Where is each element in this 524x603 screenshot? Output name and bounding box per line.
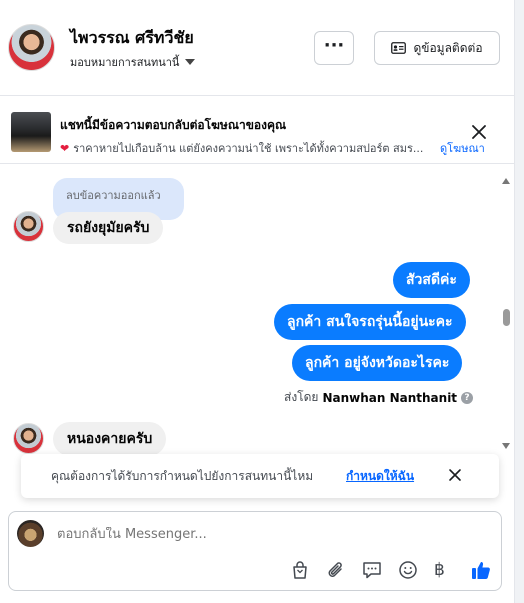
deleted-message-text: ลบข้อความออกแล้ว xyxy=(66,189,161,202)
sender-avatar[interactable] xyxy=(13,423,44,454)
scrollbar-thumb[interactable] xyxy=(503,309,510,326)
outgoing-message-bubble[interactable]: ลูกค้า อยู่จังหวัดอะไรคะ xyxy=(292,345,463,381)
assign-label: มอบหมายการสนทนานี้ xyxy=(70,56,180,69)
ad-thumbnail[interactable] xyxy=(11,112,51,152)
view-contact-info-label: ดูข้อมูลติดต่อ xyxy=(413,40,483,55)
caret-down-icon xyxy=(185,59,196,65)
outgoing-message-bubble[interactable]: ลูกค้า สนใจรถรุ่นนี้อยู่นะคะ xyxy=(274,304,466,340)
incoming-message-bubble[interactable]: หนองคายครับ xyxy=(53,422,167,456)
attach-button[interactable] xyxy=(325,559,347,581)
right-rail xyxy=(514,0,524,603)
question-icon[interactable]: ? xyxy=(461,391,474,404)
more-options-button[interactable]: ··· xyxy=(314,31,354,65)
contact-name[interactable]: ไพวรรณ ศรีทวีชัย xyxy=(70,26,194,51)
ad-banner-subtitle: ❤ ราคาหายไปเกือบล้าน แต่ยังคงความน่าใช้ เ… xyxy=(60,139,438,157)
conversation-header: ไพวรรณ ศรีทวีชัย มอบหมายการสนทนานี้ ··· … xyxy=(0,0,514,96)
id-card-icon xyxy=(391,42,407,54)
reply-composer: ฿ xyxy=(8,511,502,591)
smiley-icon xyxy=(399,561,417,579)
assign-prompt-text: คุณต้องการได้รับการกำหนดไปยังการสนทนานี้… xyxy=(51,469,314,483)
speech-bubble-icon xyxy=(363,562,381,579)
baht-icon[interactable]: ฿ xyxy=(434,560,445,580)
saved-replies-button[interactable] xyxy=(361,559,383,581)
scroll-down-arrow-icon[interactable] xyxy=(502,443,510,449)
emoji-button[interactable] xyxy=(397,559,419,581)
sender-avatar[interactable] xyxy=(13,211,44,242)
assign-to-me-prompt: คุณต้องการได้รับการกำหนดไปยังการสนทนานี้… xyxy=(21,454,499,498)
paperclip-icon xyxy=(328,562,342,577)
sent-by-name: Nanwhan Nanthanit xyxy=(322,390,458,405)
page-avatar xyxy=(17,520,44,547)
thumbs-up-icon xyxy=(472,562,490,579)
scroll-up-arrow-icon[interactable] xyxy=(502,178,510,184)
ad-banner-subtitle-text: ราคาหายไปเกือบล้าน แต่ยังคงความน่าใช้ เพ… xyxy=(73,142,424,155)
assign-to-me-link[interactable]: กำหนดให้ฉัน xyxy=(346,467,414,486)
view-contact-info-button[interactable]: ดูข้อมูลติดต่อ xyxy=(374,31,500,65)
view-ad-link[interactable]: ดูโฆษณา xyxy=(440,139,485,157)
incoming-message-bubble[interactable]: รถยังยุมัยครับ xyxy=(53,212,164,244)
contact-avatar[interactable] xyxy=(8,24,55,71)
shopping-bag-icon xyxy=(293,561,307,579)
close-icon[interactable] xyxy=(470,123,488,141)
shop-button[interactable] xyxy=(289,559,311,581)
ad-reply-banner: แชทนี้มีข้อความตอบกลับต่อโฆษณาของคุณ ❤ รา… xyxy=(0,104,514,164)
reply-input[interactable] xyxy=(57,527,477,542)
sent-by-line: ส่งโดย Nanwhan Nanthanit ? xyxy=(284,388,474,407)
like-button[interactable] xyxy=(470,559,492,581)
sent-by-prefix: ส่งโดย xyxy=(284,390,319,404)
ad-banner-title: แชทนี้มีข้อความตอบกลับต่อโฆษณาของคุณ xyxy=(60,118,287,132)
assign-conversation-dropdown[interactable]: มอบหมายการสนทนานี้ xyxy=(70,53,196,71)
heart-icon: ❤ xyxy=(60,142,70,155)
outgoing-message-bubble[interactable]: สัวสดีค่ะ xyxy=(393,262,470,298)
close-icon[interactable] xyxy=(448,468,462,482)
